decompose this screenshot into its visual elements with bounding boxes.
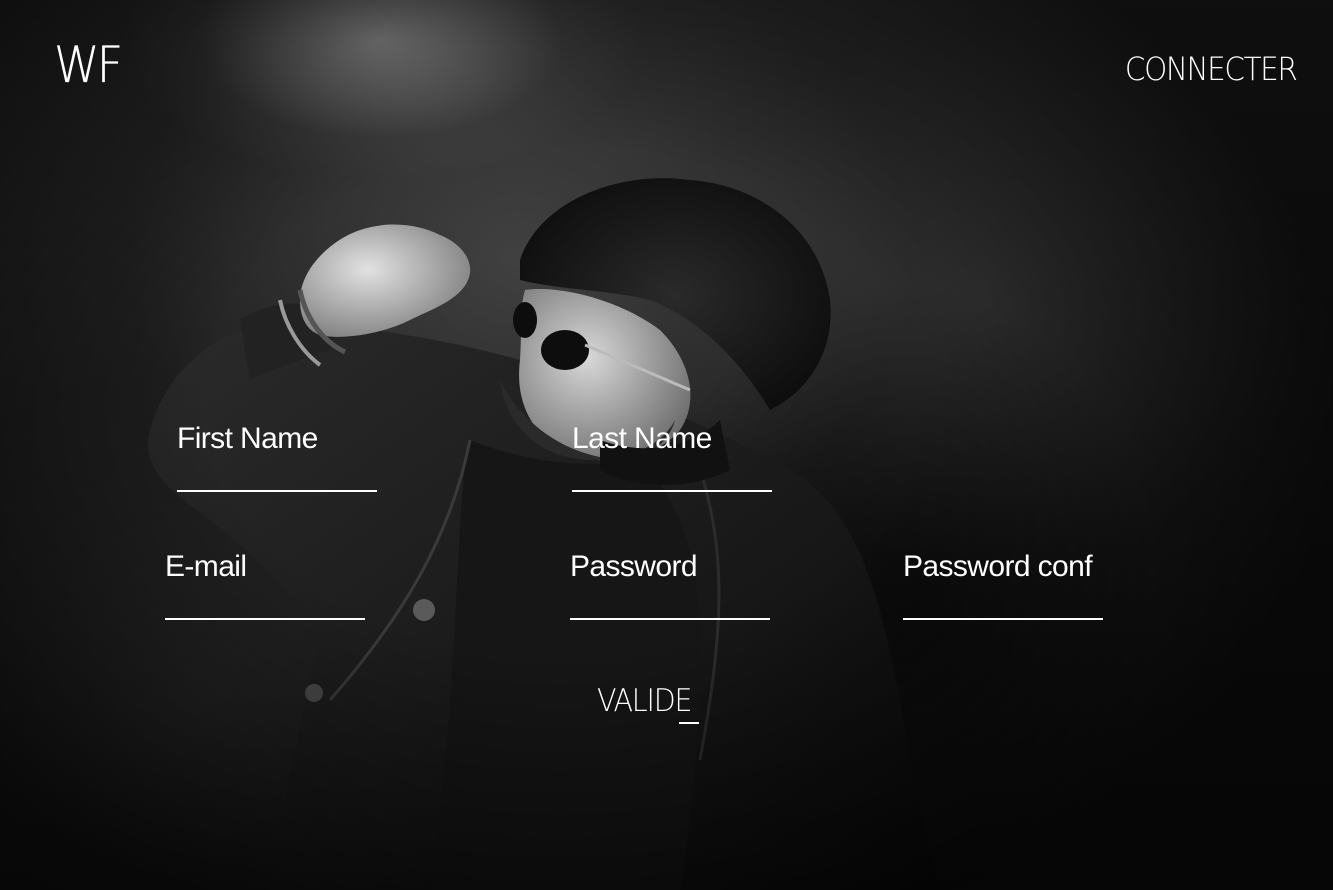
- password-label: Password: [570, 550, 698, 583]
- email-field: E-mail: [165, 552, 365, 620]
- last-name-input[interactable]: [572, 466, 772, 492]
- password-confirm-input[interactable]: [903, 594, 1103, 620]
- email-input[interactable]: [165, 594, 365, 620]
- login-link[interactable]: CONNECTER: [1124, 50, 1297, 88]
- password-confirm-label: Password conf: [903, 550, 1093, 583]
- signup-page: WF CONNECTER First Name Last Name E-mail…: [0, 0, 1333, 890]
- password-field: Password: [570, 552, 770, 620]
- submit-button[interactable]: VALIDE: [597, 683, 693, 719]
- brand-logo[interactable]: WF: [54, 40, 123, 90]
- brand-logo-text: WF: [54, 36, 123, 94]
- first-name-input[interactable]: [177, 466, 377, 492]
- last-name-field: Last Name: [572, 424, 772, 492]
- password-confirm-field: Password conf: [903, 552, 1103, 620]
- first-name-label: First Name: [177, 422, 318, 455]
- submit-underline: [679, 722, 699, 724]
- last-name-label: Last Name: [572, 422, 712, 455]
- password-input[interactable]: [570, 594, 770, 620]
- first-name-field: First Name: [177, 424, 377, 492]
- email-label: E-mail: [165, 550, 247, 583]
